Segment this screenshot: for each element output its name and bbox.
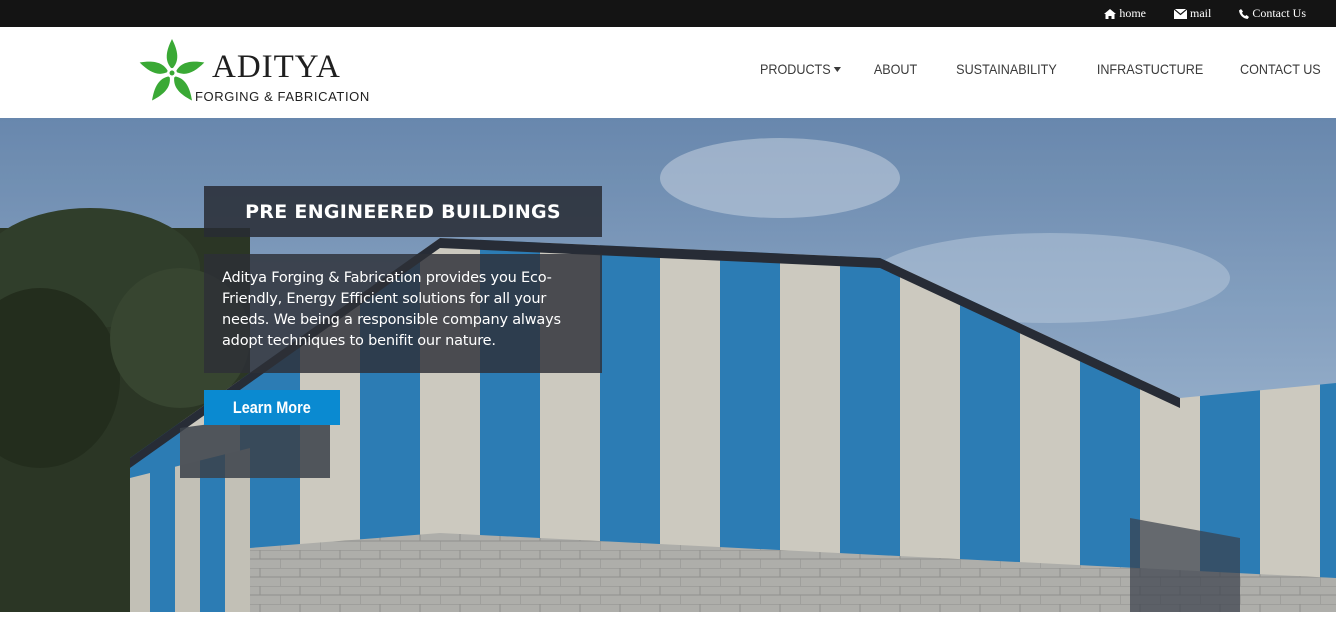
top-link-mail-label: mail (1190, 6, 1212, 20)
learn-more-label: Learn More (233, 397, 311, 417)
top-utility-bar: home mail Contact Us (0, 0, 1336, 27)
nav-item-about[interactable]: ABOUT (874, 61, 917, 77)
home-icon (1104, 8, 1117, 19)
site-header: ADITYA FORGING & FABRICATION PRODUCTS AB… (0, 27, 1336, 118)
nav-item-sustainability[interactable]: SUSTAINABILITY (956, 61, 1057, 77)
nav-item-contact-us-label: CONTACT US (1240, 61, 1321, 77)
hero-description-panel: Aditya Forging & Fabrication provides yo… (204, 254, 602, 373)
envelope-icon (1174, 8, 1187, 19)
hero-background-image (0, 118, 1336, 612)
brand-title: ADITYA (212, 49, 341, 85)
learn-more-button[interactable]: Learn More (204, 390, 340, 425)
brand-subtitle: FORGING & FABRICATION (195, 89, 370, 104)
caret-down-icon (833, 66, 842, 72)
top-link-contact[interactable]: Contact Us (1239, 6, 1306, 21)
top-link-home[interactable]: home (1104, 6, 1146, 21)
brand-logo[interactable]: ADITYA FORGING & FABRICATION (136, 37, 376, 107)
top-link-mail[interactable]: mail (1174, 6, 1211, 21)
top-links: home mail Contact Us (1104, 0, 1306, 27)
hero-banner: PRE ENGINEERED BUILDINGS Aditya Forging … (0, 118, 1336, 612)
nav-item-products-label: PRODUCTS (760, 61, 832, 77)
phone-icon (1239, 8, 1250, 19)
nav-item-about-label: ABOUT (873, 61, 918, 77)
main-nav: PRODUCTS ABOUT SUSTAINABILITY INFRASTUCT… (751, 61, 1321, 77)
top-link-contact-label: Contact Us (1252, 6, 1306, 20)
nav-item-contact-us[interactable]: CONTACT US (1240, 61, 1321, 77)
hero-title: PRE ENGINEERED BUILDINGS (245, 200, 561, 223)
page-content-start (0, 612, 1336, 619)
nav-item-products[interactable]: PRODUCTS (760, 61, 842, 77)
nav-item-sustainability-label: SUSTAINABILITY (956, 61, 1058, 77)
top-link-home-label: home (1119, 6, 1146, 20)
nav-item-infrastructure-label: INFRASTUCTURE (1096, 61, 1204, 77)
nav-item-infrastructure[interactable]: INFRASTUCTURE (1097, 61, 1203, 77)
hero-title-panel: PRE ENGINEERED BUILDINGS (204, 186, 602, 237)
hero-description: Aditya Forging & Fabrication provides yo… (222, 270, 561, 349)
